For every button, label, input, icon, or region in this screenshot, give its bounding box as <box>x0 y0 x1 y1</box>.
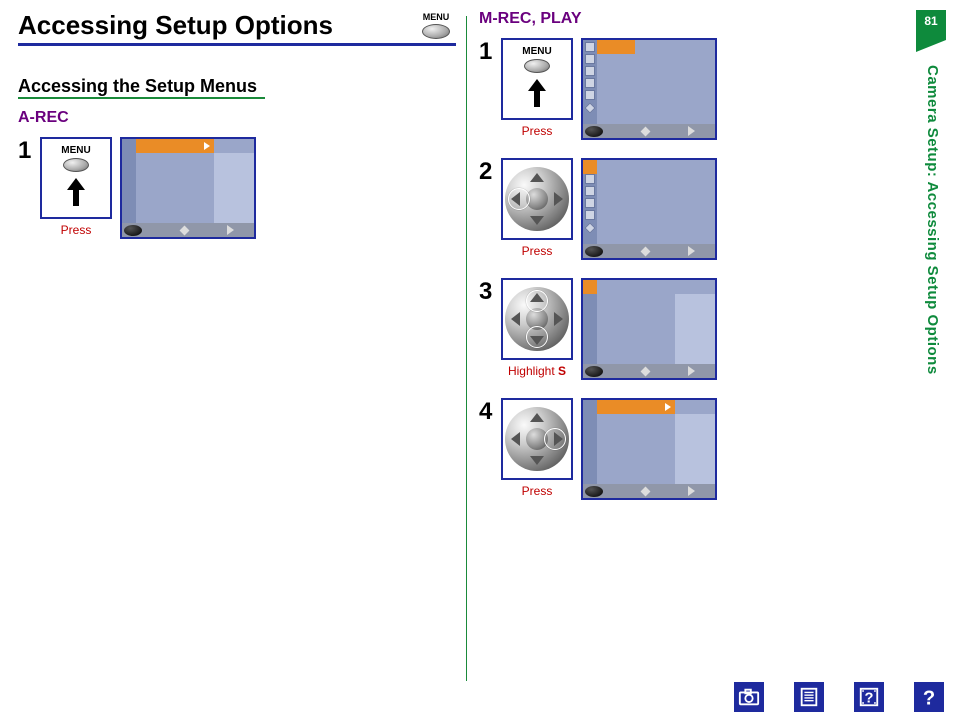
mode-heading-mrec-play: M-REC, PLAY <box>479 10 946 28</box>
svg-text:?: ? <box>865 691 874 707</box>
footer-nav: ? ? <box>734 682 944 712</box>
page-title: Accessing Setup Options <box>18 10 333 41</box>
mrec-step-3: 3 Highlight S <box>479 278 946 380</box>
step-number: 1 <box>479 38 501 64</box>
step-number: 3 <box>479 278 501 304</box>
lcd-screen-figure <box>581 158 717 260</box>
lcd-screen-figure <box>581 278 717 380</box>
lcd-screen-figure <box>120 137 256 239</box>
camera-icon[interactable] <box>734 682 764 712</box>
highlight-circle-up <box>526 290 548 312</box>
section-subtitle: Accessing the Setup Menus <box>18 76 265 99</box>
step-number: 1 <box>18 137 40 163</box>
figure-caption: Press <box>61 223 92 237</box>
highlight-circle-right <box>544 428 566 450</box>
figure-caption: Press <box>522 484 553 498</box>
up-arrow-icon <box>65 178 87 211</box>
mrec-step-4: 4 Press <box>479 398 946 500</box>
menu-button-glyph-top: MENU <box>422 13 450 39</box>
highlight-circle-left <box>508 188 530 210</box>
up-arrow-icon <box>526 79 548 112</box>
oval-button-icon <box>524 59 550 73</box>
oval-button-icon <box>63 158 89 172</box>
page-number-tab: 81 <box>916 10 946 40</box>
help-box-icon[interactable]: ? <box>854 682 884 712</box>
step-number: 4 <box>479 398 501 424</box>
step-number: 2 <box>479 158 501 184</box>
menu-label: MENU <box>522 46 551 57</box>
document-icon[interactable] <box>794 682 824 712</box>
menu-label: MENU <box>423 13 450 22</box>
mrec-step-2: 2 Press <box>479 158 946 260</box>
figure-caption: Press <box>522 244 553 258</box>
figure-caption: Highlight S <box>508 364 566 378</box>
arec-step-1: 1 MENU Press <box>18 137 456 239</box>
lcd-screen-figure <box>581 398 717 500</box>
menu-button-figure: MENU <box>501 38 573 120</box>
oval-button-icon <box>422 24 450 39</box>
highlight-circle-down <box>526 326 548 348</box>
menu-button-figure: MENU <box>40 137 112 219</box>
vertical-section-label: Camera Setup: Accessing Setup Options <box>924 65 941 375</box>
dpad-figure <box>501 278 573 360</box>
dpad-figure <box>501 398 573 480</box>
svg-text:?: ? <box>923 687 935 708</box>
dpad-figure <box>501 158 573 240</box>
lcd-screen-figure <box>581 38 717 140</box>
mrec-step-1: 1 MENU Press <box>479 38 946 140</box>
help-icon[interactable]: ? <box>914 682 944 712</box>
figure-caption: Press <box>522 124 553 138</box>
mode-heading-arec: A-REC <box>18 109 456 127</box>
menu-label: MENU <box>61 145 90 156</box>
